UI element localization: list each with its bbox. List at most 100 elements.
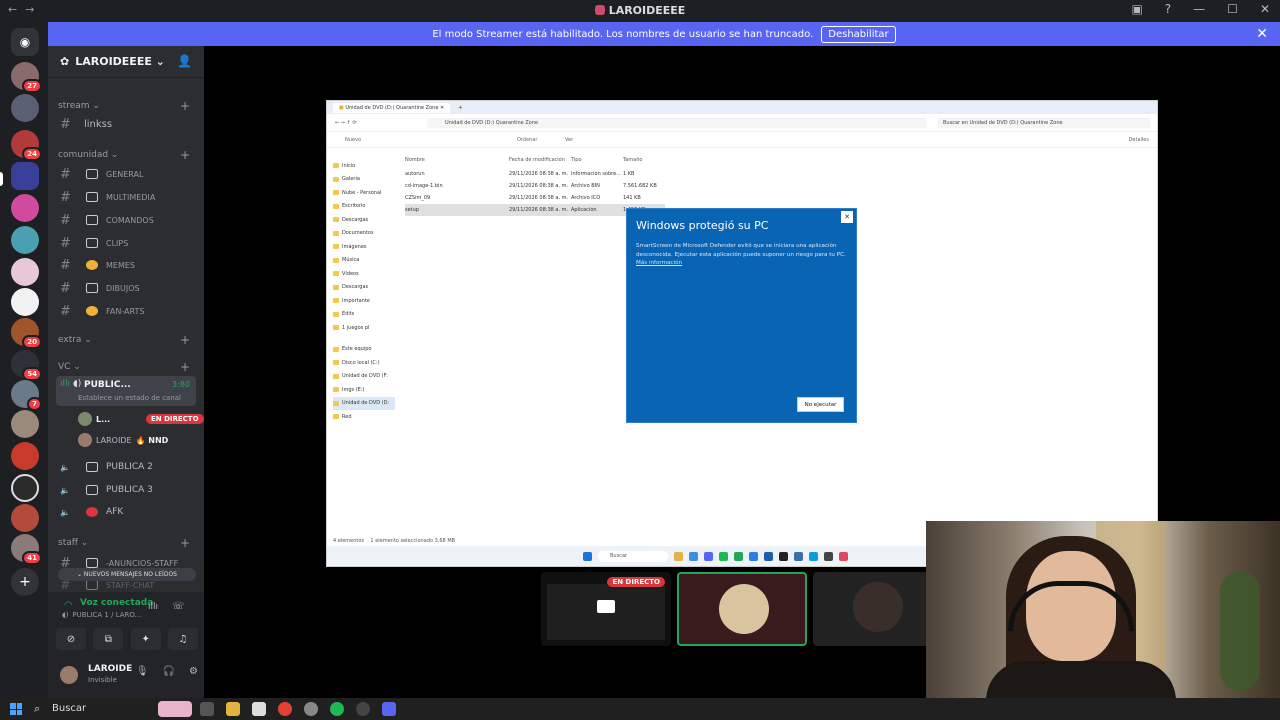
server-icon-9[interactable]: 20 [11, 318, 42, 349]
address-path[interactable]: Unidad de DVD (D:) Quarantine Zone [427, 117, 927, 128]
inbox-icon[interactable]: ▣ [1131, 2, 1142, 16]
maximize-button[interactable]: ☐ [1227, 2, 1238, 16]
new-tab-icon[interactable]: + [458, 105, 462, 111]
explorer-tab[interactable]: ■ Unidad de DVD (D:) Quarantine Zone ✕ [333, 102, 451, 113]
channel-linkss[interactable]: # linkss [60, 114, 196, 134]
task-view-icon[interactable] [200, 702, 214, 716]
channel-comandos[interactable]: # COMANDOS [60, 210, 196, 230]
server-icon-6[interactable] [11, 226, 39, 254]
signal-icon[interactable]: ◠ [64, 600, 73, 611]
channel-dibujos[interactable]: # DIBUJOS [60, 278, 196, 298]
voice-channel-public-1[interactable]: ıllı ◖) PUBLIC... 3:80 Establece un esta… [56, 376, 196, 406]
channel-fanarts[interactable]: # FAN-ARTS [60, 301, 196, 321]
channel-multimedia[interactable]: # MULTIMEDIA [60, 187, 196, 207]
voice-connected-label[interactable]: Voz conectada [80, 598, 153, 608]
camera-off-icon[interactable]: ⊘ [56, 628, 86, 650]
add-channel-icon[interactable]: + [180, 536, 190, 550]
nav-pane-item[interactable]: Galería [333, 173, 395, 187]
disable-streamer-button[interactable]: Deshabilitar [821, 25, 896, 43]
file-explorer-icon[interactable] [226, 702, 240, 716]
channel-general[interactable]: # GENERAL [60, 164, 196, 184]
category-vc[interactable]: VC ⌄ + [58, 360, 190, 374]
view-button[interactable]: Ver [565, 137, 573, 143]
server-icon-5[interactable] [11, 194, 39, 222]
disconnect-icon[interactable]: ☏ [172, 601, 185, 612]
server-icon-13[interactable] [11, 442, 39, 470]
widget-icon[interactable] [158, 701, 192, 717]
start-icon[interactable] [10, 703, 22, 715]
nav-pane-item[interactable]: Escritorio [333, 200, 395, 214]
category-stream[interactable]: stream ⌄ + [58, 99, 190, 113]
server-icon-11[interactable]: 7 [11, 380, 42, 411]
discord-icon[interactable] [382, 702, 396, 716]
voice-user-1[interactable]: L... EN DIRECTO [78, 412, 204, 426]
nav-pane-item[interactable]: Descargas [333, 281, 395, 295]
soundboard-icon[interactable]: ♫ [167, 628, 198, 650]
invite-people-icon[interactable]: 👤 [177, 54, 192, 68]
add-server-icon[interactable]: + [11, 568, 39, 596]
nav-pane-item[interactable]: Imgs (E:) [333, 383, 395, 397]
server-icon-8[interactable] [11, 288, 39, 316]
add-channel-icon[interactable]: + [180, 333, 190, 347]
voice-user-2[interactable]: LAROIDE 🔥 NND [78, 433, 168, 447]
add-channel-icon[interactable]: + [180, 99, 190, 113]
sort-button[interactable]: Ordenar [517, 137, 537, 143]
channel-memes[interactable]: # MEMES [60, 255, 196, 275]
nav-pane-item[interactable]: Vídeos [333, 267, 395, 281]
details-button[interactable]: Detalles [1129, 137, 1149, 143]
server-icon-16[interactable]: 41 [11, 534, 42, 565]
close-button[interactable]: ✕ [1260, 2, 1270, 16]
server-icon-2[interactable] [11, 94, 39, 122]
add-channel-icon[interactable]: + [180, 360, 190, 374]
screen-share-icon[interactable]: ⧉ [93, 628, 124, 650]
nav-pane-item[interactable]: Nube - Personal [333, 186, 395, 200]
activities-icon[interactable]: ✦ [130, 628, 161, 650]
nav-pane-item[interactable]: Unidad de DVD (D: [333, 396, 395, 410]
column-size[interactable]: Tamaño [623, 157, 663, 168]
channel-publica-3[interactable]: 🔈 PUBLICA 3 [60, 480, 196, 500]
notepad-icon[interactable] [252, 702, 266, 716]
nav-pane-item[interactable]: Imágenes [333, 240, 395, 254]
close-icon[interactable]: ✕ [1256, 26, 1268, 42]
noise-suppression-icon[interactable]: ıllı [148, 602, 158, 612]
server-header[interactable]: ✿ LAROIDEEEE ⌄ 👤 [48, 46, 204, 78]
file-row[interactable]: cd-image-1.bin 29/11/2026 08:38 a. m. Arch… [405, 180, 665, 192]
unread-messages-pill[interactable]: ⌄ NUEVOS MENSAJES NO LEÍDOS [58, 568, 196, 581]
server-icon-12[interactable] [11, 410, 39, 438]
server-icon-4[interactable] [11, 162, 39, 190]
channel-afk[interactable]: 🔈 AFK [60, 502, 196, 522]
file-row[interactable]: autorun 29/11/2026 08:38 a. m. Información… [405, 168, 665, 180]
channel-status-prompt[interactable]: Establece un estado de canal [78, 394, 181, 402]
nav-pane-item[interactable]: 1 juegos pl [333, 321, 395, 335]
nav-pane-item[interactable]: Unidad de DVD (F: [333, 370, 395, 384]
nav-pane-item[interactable]: Este equipo [333, 343, 395, 357]
stream-tile-screen[interactable]: EN DIRECTO [541, 572, 671, 646]
nav-pane-item[interactable]: Descargas [333, 213, 395, 227]
server-icon-15[interactable] [11, 504, 39, 532]
voice-channel-path[interactable]: ◖) PUBLICA 1 / LARO... [54, 611, 141, 619]
nav-pane-item[interactable]: Disco local (C:) [333, 356, 395, 370]
category-staff[interactable]: staff ⌄ + [58, 536, 190, 550]
file-row[interactable]: CZSim_09 29/11/2026 08:38 a. m. Archivo IC… [405, 192, 665, 204]
headphones-icon[interactable]: 🎧 [163, 666, 175, 677]
obs-icon[interactable] [356, 702, 370, 716]
nav-pane-item[interactable]: Edits [333, 308, 395, 322]
nav-pane-item[interactable]: Red [333, 410, 395, 424]
avatar[interactable] [60, 666, 78, 684]
column-name[interactable]: Nombre [405, 157, 509, 168]
gear-icon[interactable]: ⚙ [189, 666, 198, 677]
username[interactable]: LAROIDE [88, 664, 132, 674]
nav-pane-item[interactable]: Música [333, 254, 395, 268]
discord-home-icon[interactable]: ◉ [11, 28, 39, 56]
new-button[interactable]: Nuevo [345, 137, 361, 143]
column-date[interactable]: Fecha de modificación [509, 157, 571, 168]
microphone-icon[interactable]: 🎙 [136, 666, 149, 677]
nav-pane-item[interactable]: Inicio [333, 159, 395, 173]
category-comunidad[interactable]: comunidad ⌄ + [58, 148, 190, 162]
help-icon[interactable]: ? [1165, 2, 1171, 16]
stream-tile-user-2[interactable] [813, 572, 943, 646]
server-icon-7[interactable] [11, 258, 39, 286]
add-channel-icon[interactable]: + [180, 148, 190, 162]
nav-pane-item[interactable]: Importante [333, 294, 395, 308]
server-icon-3[interactable]: 24 [11, 130, 42, 161]
